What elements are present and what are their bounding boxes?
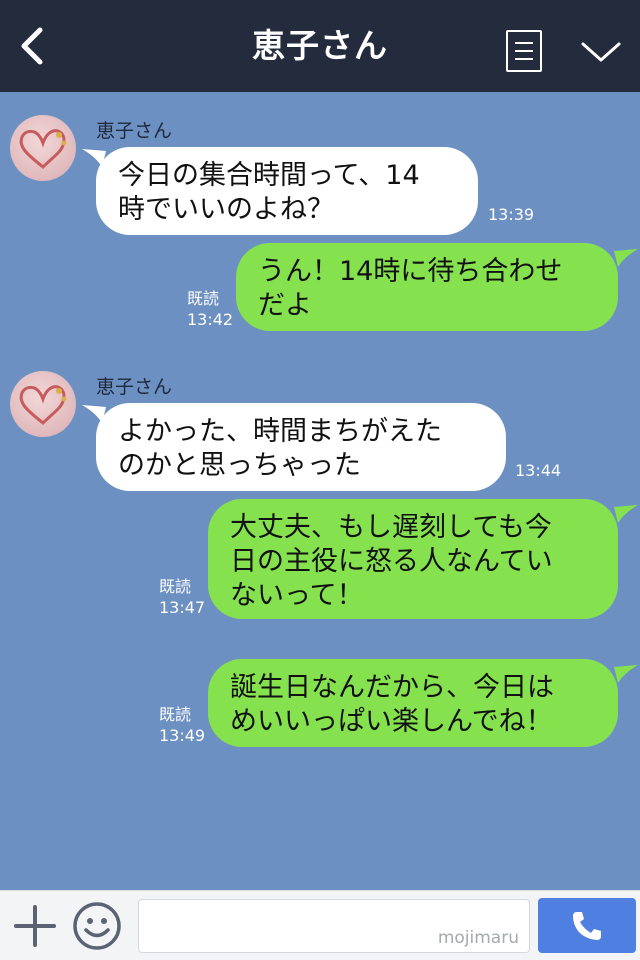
- message-bubble[interactable]: 大丈夫、もし遅刻しても今 日の主役に怒る人なんてい ないって！: [208, 499, 618, 619]
- read-receipt: 既読: [159, 577, 192, 596]
- chat-header: 恵子さん: [0, 0, 640, 92]
- bubble-tail: [614, 505, 638, 523]
- smile-icon[interactable]: [72, 901, 122, 951]
- call-button[interactable]: [538, 898, 636, 953]
- bubble-tail: [614, 249, 638, 267]
- bubble-tail: [614, 665, 638, 683]
- sender-name: 恵子さん: [96, 120, 173, 142]
- message-time: 13:39: [488, 205, 535, 224]
- read-receipt: 既読: [187, 289, 220, 308]
- heart-icon: [19, 385, 67, 426]
- message-bubble[interactable]: 今日の集合時間って、14 時でいいのよね？: [96, 147, 478, 235]
- message-time: 13:49: [159, 726, 206, 745]
- message-input[interactable]: mojimaru: [138, 899, 530, 953]
- compose-bar: mojimaru: [0, 890, 640, 960]
- message-time: 13:44: [515, 461, 562, 480]
- sender-name: 恵子さん: [96, 376, 173, 398]
- read-receipt: 既読: [159, 705, 192, 724]
- watermark: mojimaru: [437, 928, 519, 948]
- phone-icon: [573, 912, 601, 940]
- message-bubble[interactable]: よかった、時間まちがえた のかと思っちゃった: [96, 403, 506, 491]
- avatar[interactable]: [10, 371, 76, 437]
- chevron-down-icon[interactable]: [580, 38, 622, 66]
- message-time: 13:42: [187, 310, 234, 329]
- avatar[interactable]: [10, 115, 76, 181]
- message-bubble[interactable]: 誕生日なんだから、今日は めいいっぱい楽しんでね！: [208, 659, 618, 747]
- menu-icon[interactable]: [506, 30, 542, 72]
- message-time: 13:47: [159, 598, 206, 617]
- heart-icon: [19, 129, 67, 170]
- message-list[interactable]: 恵子さん 今日の集合時間って、14 時でいいのよね？ 13:39 既読 13:4…: [0, 92, 640, 890]
- message-bubble[interactable]: うん！14時に待ち合わせ だよ: [236, 243, 618, 331]
- chat-title: 恵子さん: [252, 26, 388, 65]
- plus-icon[interactable]: [14, 905, 56, 947]
